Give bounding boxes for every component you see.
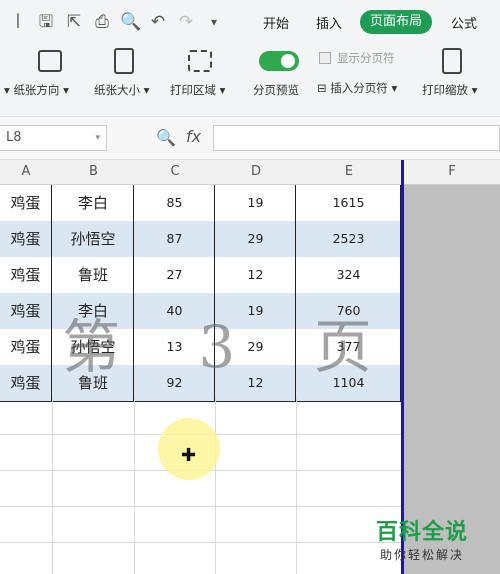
insert-page-break-button[interactable]: ⊟ 插入分页符 ▾ — [317, 80, 397, 96]
formula-input[interactable] — [213, 125, 500, 151]
cell-cursor-icon: ✚ — [181, 445, 197, 466]
save-icon[interactable]: 🖫 — [36, 12, 56, 32]
column-header-e[interactable]: E — [297, 160, 401, 184]
tab-page-layout[interactable]: 页面布局 — [360, 10, 432, 34]
more-icon[interactable]: ▾ — [204, 12, 224, 32]
table-cell[interactable]: 鸡蛋 — [0, 365, 52, 401]
chevron-down-icon[interactable]: ▾ — [95, 126, 100, 150]
grid-line — [296, 398, 297, 574]
zoom-icon[interactable]: 🔍 — [156, 128, 176, 147]
table-cell[interactable]: 鸡蛋 — [0, 185, 52, 221]
page-preview-label: 分页预览 — [253, 83, 299, 97]
grid-line — [0, 506, 402, 507]
table-cell[interactable]: 1615 — [297, 185, 401, 221]
menu-icon[interactable]: 〡 — [8, 12, 28, 32]
table-cell[interactable]: 12 — [216, 257, 296, 293]
table-cell[interactable]: 29 — [216, 221, 296, 257]
column-header-c[interactable]: C — [135, 160, 215, 184]
tab-formula[interactable]: 公式 — [451, 13, 477, 32]
orientation-button[interactable]: ▾ 纸张方向 ▾ — [4, 82, 69, 98]
undo-icon[interactable]: ↶ — [148, 12, 168, 32]
column-header-d[interactable]: D — [216, 160, 296, 184]
table-cell[interactable]: 鲁班 — [53, 257, 134, 293]
show-page-break-label: 显示分页符 — [337, 51, 395, 65]
table-cell[interactable]: 85 — [135, 185, 215, 221]
table-cell[interactable]: 27 — [135, 257, 215, 293]
table-row: 鸡蛋 李白 85 19 1615 — [0, 185, 402, 222]
redo-icon[interactable]: ↷ — [176, 12, 196, 32]
column-header-f[interactable]: F — [404, 160, 500, 184]
table-cell[interactable]: 孙悟空 — [53, 221, 134, 257]
table-cell[interactable]: 鸡蛋 — [0, 257, 52, 293]
print-area-button[interactable]: 打印区域 ▾ — [170, 82, 225, 98]
export-icon[interactable]: ⇱ — [64, 12, 84, 32]
table-cell[interactable]: 鸡蛋 — [0, 293, 52, 329]
show-page-break-checkbox[interactable] — [319, 52, 331, 64]
grid-line — [215, 398, 216, 574]
orientation-icon — [38, 50, 62, 72]
logo-title: 百科全说 — [376, 520, 469, 545]
table-row: 鸡蛋 鲁班 27 12 324 — [0, 257, 402, 294]
table-row: 鸡蛋 孙悟空 87 29 2523 — [0, 221, 402, 258]
table-cell[interactable]: 鸡蛋 — [0, 329, 52, 365]
tab-home[interactable]: 开始 — [263, 13, 289, 32]
table-cell[interactable]: 324 — [297, 257, 401, 293]
fx-icon[interactable]: fx — [186, 127, 201, 146]
paper-size-icon — [114, 48, 134, 74]
print-icon[interactable]: ⎙ — [92, 12, 112, 32]
logo-subtitle: 助你轻松解决 — [380, 548, 465, 562]
grid-line — [52, 398, 53, 574]
table-cell[interactable]: 87 — [135, 221, 215, 257]
print-preview-icon[interactable]: 🔍 — [120, 12, 141, 32]
table-cell[interactable]: 19 — [216, 185, 296, 221]
table-cell[interactable]: 李白 — [53, 185, 134, 221]
column-header-b[interactable]: B — [53, 160, 134, 184]
paper-size-button[interactable]: 纸张大小 ▾ — [94, 82, 149, 98]
toggle-knob — [281, 54, 295, 68]
print-area-icon — [188, 50, 212, 72]
cell-reference: L8 — [6, 130, 22, 145]
grid-line — [134, 398, 135, 574]
print-scale-button[interactable]: 打印缩放 ▾ — [422, 82, 477, 98]
table-cell[interactable]: 2523 — [297, 221, 401, 257]
column-header-a[interactable]: A — [0, 160, 52, 184]
print-scale-icon — [442, 48, 462, 74]
name-box[interactable]: L8 ▾ — [0, 125, 107, 151]
tab-insert[interactable]: 插入 — [316, 13, 342, 32]
table-cell[interactable]: 鸡蛋 — [0, 221, 52, 257]
grid-line — [0, 542, 402, 543]
ribbon — [0, 44, 500, 117]
page-number-watermark: 第 3 页 — [62, 313, 402, 381]
